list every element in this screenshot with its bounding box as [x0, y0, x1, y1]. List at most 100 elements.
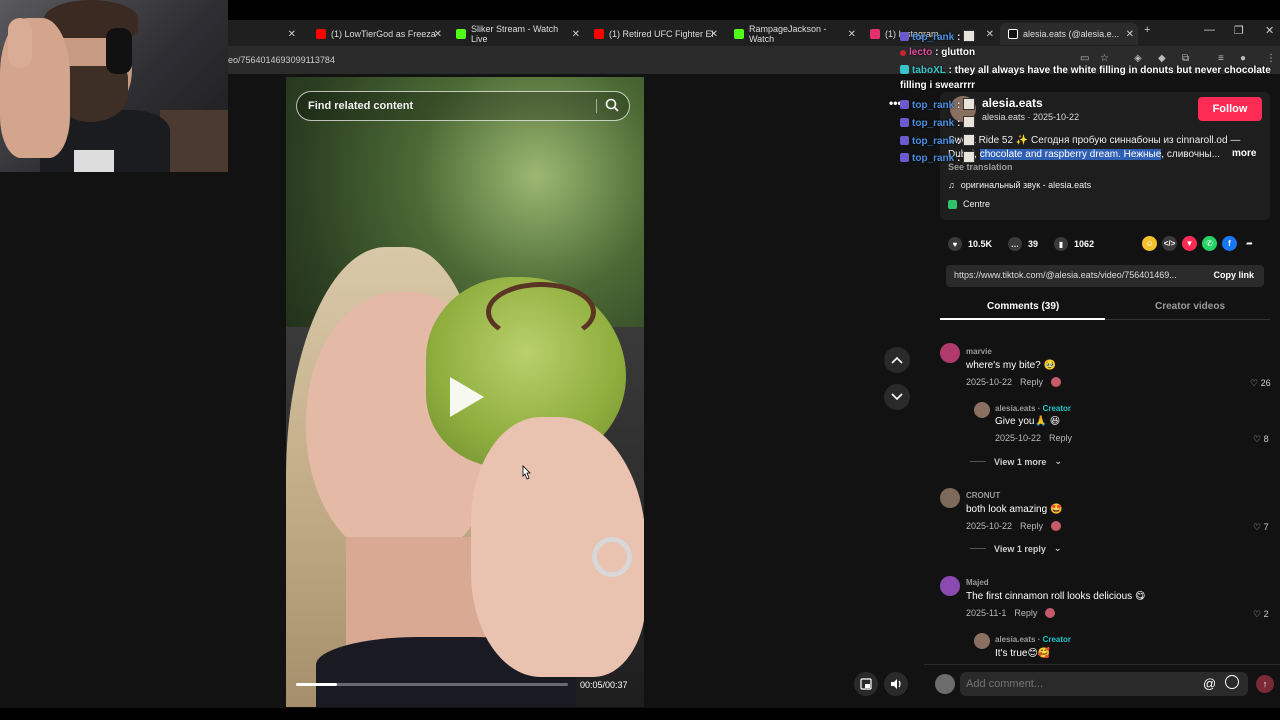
- author-handle[interactable]: alesia.eats: [982, 112, 1025, 122]
- avatar[interactable]: [940, 343, 960, 363]
- close-icon[interactable]: ✕: [710, 29, 718, 40]
- desc-highlight: chocolate and raspberry dream. Нежные: [979, 149, 1162, 160]
- copy-link-button[interactable]: Copy link: [1213, 270, 1254, 280]
- emoji-icon[interactable]: [1225, 675, 1239, 689]
- profile-icon[interactable]: ●: [1240, 53, 1252, 65]
- heart-icon[interactable]: ♥: [948, 237, 962, 251]
- creator-liked-avatar: [1045, 608, 1056, 618]
- video-player[interactable]: Find related content 00:05/00:37: [286, 77, 644, 707]
- tab-rampage[interactable]: RampageJackson - Watch ✕: [726, 23, 860, 45]
- reply-author[interactable]: alesia.eats: [995, 404, 1035, 413]
- chevron-down-icon: ⌄: [1053, 543, 1062, 553]
- comment-username[interactable]: Majed: [966, 578, 989, 587]
- avatar[interactable]: [974, 633, 990, 649]
- reply-button[interactable]: Reply: [1014, 608, 1037, 618]
- view-replies[interactable]: View 1 reply ⌄: [970, 543, 1061, 554]
- like-stat[interactable]: ♥ 10.5K: [948, 237, 992, 251]
- more-link[interactable]: more: [1232, 148, 1256, 159]
- location-name[interactable]: Centre: [963, 199, 990, 209]
- share-arrow-icon[interactable]: ➦: [1242, 236, 1257, 251]
- share-friends-icon[interactable]: ☺: [1142, 236, 1157, 251]
- comment-username[interactable]: marvie: [966, 347, 992, 356]
- creator-liked-avatar: [1051, 377, 1062, 387]
- tab-sliker[interactable]: Sliker Stream - Watch Live ✕: [448, 23, 584, 45]
- heart-outline-icon[interactable]: ♡: [1253, 522, 1261, 532]
- save-stat[interactable]: ▮ 1062: [1054, 237, 1094, 251]
- view-more-label[interactable]: View 1 more: [994, 457, 1046, 467]
- menu-icon[interactable]: ⋮: [1266, 53, 1278, 65]
- mention-button[interactable]: @: [1203, 676, 1216, 691]
- previous-video-button[interactable]: [884, 347, 910, 373]
- reply-author[interactable]: alesia.eats: [995, 635, 1035, 644]
- avatar[interactable]: [974, 402, 990, 418]
- search-separator: [596, 99, 597, 113]
- embed-icon[interactable]: </>: [1162, 236, 1177, 251]
- comment-stat[interactable]: … 39: [1008, 237, 1038, 251]
- playlist-icon[interactable]: ≡: [1218, 53, 1230, 65]
- comment-like[interactable]: ♡ 26: [1250, 378, 1271, 389]
- puzzle-icon[interactable]: ⧉: [1182, 53, 1194, 65]
- reply-button[interactable]: Reply: [1049, 433, 1072, 443]
- chat-badge-icon: [900, 50, 906, 56]
- minimize-button[interactable]: —: [1204, 24, 1215, 36]
- url-text[interactable]: eo/7564014693099113784: [228, 55, 335, 65]
- tab-ufc-fighter[interactable]: (1) Retired UFC Fighter El ✕: [586, 23, 722, 45]
- view-replies-label[interactable]: View 1 reply: [994, 544, 1046, 554]
- tab-lowtiergod[interactable]: (1) LowTierGod as Freeza ✕: [308, 23, 446, 45]
- search-icon[interactable]: [605, 98, 619, 112]
- close-icon[interactable]: ✕: [288, 29, 296, 40]
- taskbar-edge: [0, 708, 1280, 720]
- cast-icon[interactable]: ▭: [1080, 53, 1092, 65]
- restore-button[interactable]: ❐: [1234, 24, 1244, 37]
- comment-like[interactable]: ♡ 2: [1253, 609, 1269, 620]
- sound-row[interactable]: ♫ оригинальный звук - alesia.eats: [948, 180, 1091, 190]
- extension-icon[interactable]: ◈: [1134, 53, 1146, 65]
- view-more-replies[interactable]: View 1 more ⌄: [970, 456, 1062, 467]
- post-link[interactable]: https://www.tiktok.com/@alesia.eats/vide…: [954, 270, 1200, 280]
- follow-button[interactable]: Follow: [1198, 97, 1262, 121]
- location-row[interactable]: Centre: [948, 199, 990, 209]
- close-icon[interactable]: ✕: [986, 29, 994, 40]
- reply-button[interactable]: Reply: [1020, 521, 1043, 531]
- comment-like[interactable]: ♡ 8: [1253, 434, 1269, 445]
- close-icon[interactable]: ✕: [848, 29, 856, 40]
- play-icon[interactable]: [450, 377, 484, 417]
- heart-outline-icon[interactable]: ♡: [1253, 434, 1261, 444]
- comment-like[interactable]: ♡ 7: [1253, 522, 1269, 533]
- comment-username[interactable]: alesia.eats · Creator: [995, 635, 1071, 644]
- heart-outline-icon[interactable]: ♡: [1253, 609, 1261, 619]
- author-name[interactable]: alesia.eats: [982, 96, 1043, 110]
- tab-comments[interactable]: Comments (39): [987, 301, 1059, 312]
- heart-outline-icon[interactable]: ♡: [1250, 378, 1258, 388]
- video-progress-bar[interactable]: [296, 683, 568, 686]
- send-icon[interactable]: ▼: [1182, 236, 1197, 251]
- window-close-button[interactable]: ✕: [1265, 24, 1274, 37]
- avatar[interactable]: [940, 576, 960, 596]
- send-comment-button[interactable]: ↑: [1256, 675, 1274, 693]
- sound-name[interactable]: оригинальный звук - alesia.eats: [961, 180, 1091, 190]
- close-icon[interactable]: ✕: [434, 29, 442, 40]
- next-video-button[interactable]: [884, 384, 910, 410]
- miniplayer-button[interactable]: [854, 672, 878, 696]
- comment-username[interactable]: alesia.eats · Creator: [995, 404, 1071, 413]
- whatsapp-icon[interactable]: ✆: [1202, 236, 1217, 251]
- comment-text: both look amazing 🤩: [966, 504, 1063, 515]
- extension-icon[interactable]: ◆: [1158, 53, 1170, 65]
- tab-creator-videos[interactable]: Creator videos: [1155, 301, 1225, 312]
- volume-button[interactable]: [884, 672, 908, 696]
- comment-icon[interactable]: …: [1008, 237, 1023, 251]
- tab-close-previous[interactable]: ✕: [270, 23, 300, 45]
- comment-meta: 2025-10-22 Reply: [966, 377, 1062, 387]
- star-icon[interactable]: ☆: [1100, 53, 1112, 65]
- tab-alesia-active[interactable]: alesia.eats (@alesia.e... ✕: [1000, 23, 1138, 45]
- bookmark-icon[interactable]: ▮: [1054, 237, 1069, 251]
- close-icon[interactable]: ✕: [1126, 29, 1134, 40]
- facebook-icon[interactable]: f: [1222, 236, 1237, 251]
- reply-button[interactable]: Reply: [1020, 377, 1043, 387]
- avatar[interactable]: [940, 488, 960, 508]
- close-icon[interactable]: ✕: [572, 29, 580, 40]
- new-tab-button[interactable]: +: [1144, 24, 1150, 36]
- comment-username[interactable]: CRONUT: [966, 491, 1000, 500]
- related-content-search[interactable]: Find related content: [296, 91, 630, 121]
- chevron-down-icon: [891, 393, 903, 401]
